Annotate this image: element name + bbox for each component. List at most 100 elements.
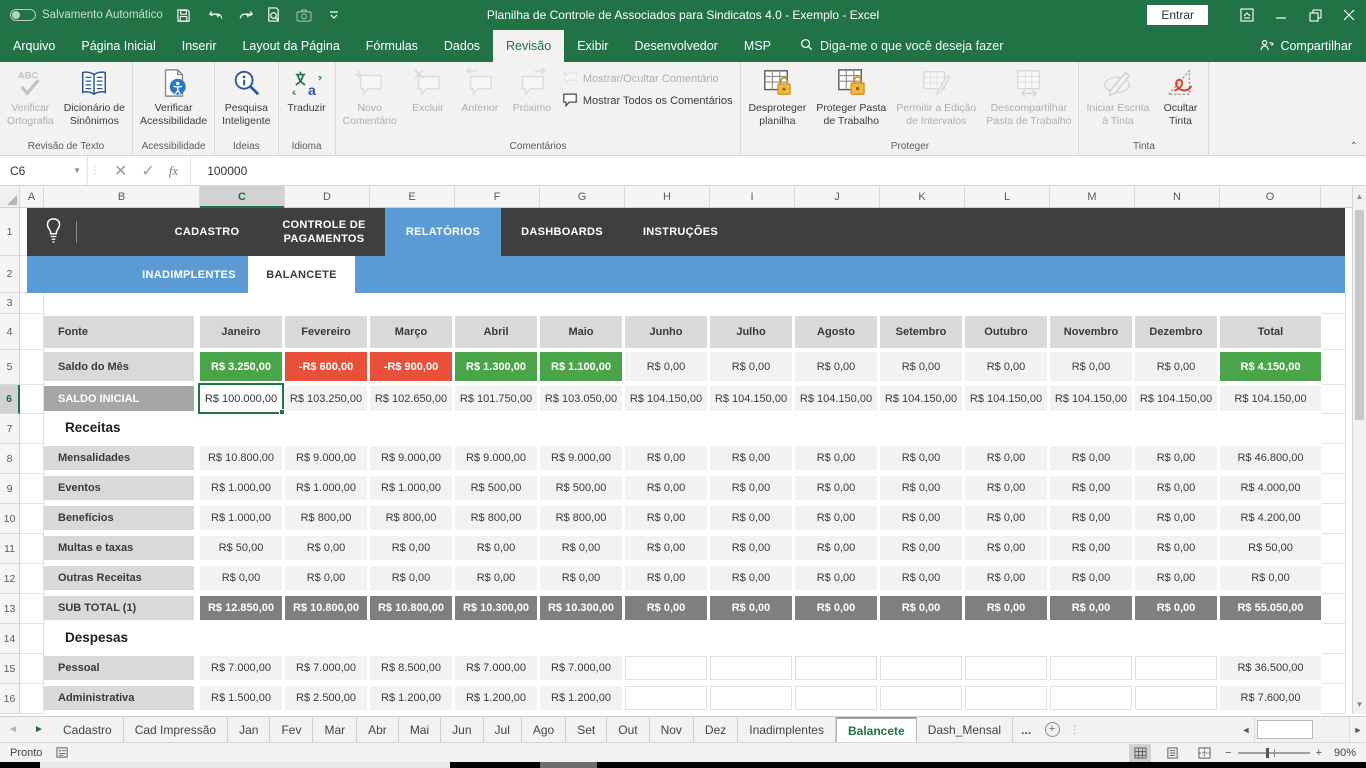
cell-eventos-1[interactable]: R$ 1.000,00 — [200, 476, 282, 500]
cell-mensalidades-7[interactable]: R$ 0,00 — [710, 446, 792, 470]
undo-icon[interactable]: ▾ — [205, 6, 223, 24]
column-header-e[interactable]: E — [370, 186, 455, 207]
cell-outras-receitas-2[interactable]: R$ 0,00 — [285, 566, 367, 590]
vertical-scroll-thumb[interactable] — [1355, 210, 1364, 420]
ocultar-tinta-button[interactable]: OcultarTinta — [1154, 64, 1206, 139]
cell-beneficios-3[interactable]: R$ 800,00 — [370, 506, 452, 530]
sheet-tab-abr[interactable]: Abr — [357, 717, 399, 742]
cell-saldo-do-mes-6[interactable]: R$ 0,00 — [625, 352, 707, 381]
cell-eventos-9[interactable]: R$ 0,00 — [880, 476, 962, 500]
column-header-f[interactable]: F — [455, 186, 540, 207]
cell-eventos-5[interactable]: R$ 500,00 — [540, 476, 622, 500]
print-preview-icon[interactable] — [265, 6, 283, 24]
cell-saldo-inicial-10[interactable]: R$ 104.150,00 — [965, 386, 1047, 411]
cell-beneficios-8[interactable]: R$ 0,00 — [795, 506, 877, 530]
cell-administrativa-7[interactable] — [710, 686, 792, 710]
zoom-level[interactable]: 90% — [1328, 747, 1356, 759]
cell-multas-e-taxas-12[interactable]: R$ 0,00 — [1135, 536, 1217, 560]
cell-sub-total-1-8[interactable]: R$ 0,00 — [795, 596, 877, 620]
column-header-a[interactable]: A — [20, 186, 44, 207]
nav-tab-controle-de-pagamentos[interactable]: CONTROLE DEPAGAMENTOS — [263, 208, 385, 256]
cell-administrativa-10[interactable] — [965, 686, 1047, 710]
cell-multas-e-taxas-8[interactable]: R$ 0,00 — [795, 536, 877, 560]
hscroll-left-icon[interactable]: ◄ — [1238, 717, 1254, 742]
cell-multas-e-taxas-10[interactable]: R$ 0,00 — [965, 536, 1047, 560]
cell-sub-total-1-5[interactable]: R$ 10.300,00 — [540, 596, 622, 620]
scroll-down-icon[interactable]: ▼ — [1353, 694, 1366, 714]
new-sheet-button[interactable]: + — [1039, 717, 1065, 742]
traduzir-button[interactable]: aTraduzir — [281, 64, 333, 139]
mostrar-todos-comentarios-button[interactable]: Mostrar Todos os Comentários — [562, 92, 733, 110]
cell-eventos-11[interactable]: R$ 0,00 — [1050, 476, 1132, 500]
cell-saldo-inicial-13[interactable]: R$ 104.150,00 — [1220, 386, 1321, 411]
cell-sub-total-1-4[interactable]: R$ 10.300,00 — [455, 596, 537, 620]
cell-eventos-13[interactable]: R$ 4.000,00 — [1220, 476, 1321, 500]
cell-beneficios-6[interactable]: R$ 0,00 — [625, 506, 707, 530]
ribbon-display-options-icon[interactable] — [1230, 0, 1264, 30]
cell-beneficios-13[interactable]: R$ 4.200,00 — [1220, 506, 1321, 530]
cell-administrativa-1[interactable]: R$ 1.500,00 — [200, 686, 282, 710]
close-button[interactable] — [1332, 0, 1366, 30]
cell-mensalidades-13[interactable]: R$ 46.800,00 — [1220, 446, 1321, 470]
sheet-tab-mai[interactable]: Mai — [399, 717, 441, 742]
cell-beneficios-4[interactable]: R$ 800,00 — [455, 506, 537, 530]
cell-beneficios-10[interactable]: R$ 0,00 — [965, 506, 1047, 530]
cell-mensalidades-4[interactable]: R$ 9.000,00 — [455, 446, 537, 470]
cancel-entry-icon[interactable]: ✕ — [114, 161, 127, 181]
tell-me-search[interactable]: Diga-me o que você deseja fazer — [800, 30, 1003, 62]
nav-tab-cadastro[interactable]: CADASTRO — [151, 208, 263, 256]
normal-view-button[interactable] — [1129, 744, 1151, 762]
sheet-tab-set[interactable]: Set — [566, 717, 607, 742]
cell-beneficios-12[interactable]: R$ 0,00 — [1135, 506, 1217, 530]
cell-multas-e-taxas-2[interactable]: R$ 0,00 — [285, 536, 367, 560]
ribbon-tab-revisao[interactable]: Revisão — [493, 30, 564, 62]
autosave-toggle[interactable]: Salvamento Automático — [10, 9, 163, 21]
name-box[interactable]: C6▼ — [0, 156, 88, 185]
ribbon-tab-msp[interactable]: MSP — [731, 30, 784, 62]
cell-outras-receitas-9[interactable]: R$ 0,00 — [880, 566, 962, 590]
nav-tab-dashboards[interactable]: DASHBOARDS — [501, 208, 623, 256]
cell-sub-total-1-7[interactable]: R$ 0,00 — [710, 596, 792, 620]
customize-qat-icon[interactable] — [325, 6, 343, 24]
column-header-m[interactable]: M — [1050, 186, 1135, 207]
cell-outras-receitas-3[interactable]: R$ 0,00 — [370, 566, 452, 590]
ribbon-tab-dados[interactable]: Dados — [431, 30, 493, 62]
cell-pessoal-10[interactable] — [965, 656, 1047, 680]
cell-sub-total-1-9[interactable]: R$ 0,00 — [880, 596, 962, 620]
sheet-tab-balancete[interactable]: Balancete — [836, 717, 917, 742]
zoom-in-icon[interactable]: + — [1316, 747, 1322, 759]
cell-eventos-12[interactable]: R$ 0,00 — [1135, 476, 1217, 500]
formula-input[interactable]: 100000 — [191, 156, 1366, 185]
insert-function-icon[interactable]: fx — [169, 163, 178, 179]
column-header-h[interactable]: H — [625, 186, 710, 207]
vertical-scrollbar[interactable]: ▲ ▼ — [1352, 186, 1366, 714]
sheet-tab-dash-mensal[interactable]: Dash_Mensal — [917, 717, 1013, 742]
zoom-slider[interactable] — [1238, 752, 1310, 754]
cell-administrativa-8[interactable] — [795, 686, 877, 710]
cell-beneficios-7[interactable]: R$ 0,00 — [710, 506, 792, 530]
cell-pessoal-1[interactable]: R$ 7.000,00 — [200, 656, 282, 680]
save-icon[interactable] — [175, 6, 193, 24]
sheet-tab-ago[interactable]: Ago — [522, 717, 566, 742]
column-header-c[interactable]: C — [200, 186, 285, 207]
cell-administrativa-13[interactable]: R$ 7.600,00 — [1220, 686, 1321, 710]
cell-eventos-2[interactable]: R$ 1.000,00 — [285, 476, 367, 500]
cell-sub-total-1-3[interactable]: R$ 10.800,00 — [370, 596, 452, 620]
cell-pessoal-12[interactable] — [1135, 656, 1217, 680]
subnav-tab-balancete[interactable]: BALANCETE — [248, 256, 355, 293]
cell-multas-e-taxas-3[interactable]: R$ 0,00 — [370, 536, 452, 560]
cell-saldo-do-mes-12[interactable]: R$ 0,00 — [1135, 352, 1217, 381]
cell-administrativa-2[interactable]: R$ 2.500,00 — [285, 686, 367, 710]
cell-outras-receitas-11[interactable]: R$ 0,00 — [1050, 566, 1132, 590]
cell-mensalidades-2[interactable]: R$ 9.000,00 — [285, 446, 367, 470]
cell-saldo-inicial-8[interactable]: R$ 104.150,00 — [795, 386, 877, 411]
cell-mensalidades-5[interactable]: R$ 9.000,00 — [540, 446, 622, 470]
cell-multas-e-taxas-11[interactable]: R$ 0,00 — [1050, 536, 1132, 560]
cell-saldo-inicial-12[interactable]: R$ 104.150,00 — [1135, 386, 1217, 411]
sheet-tab-jul[interactable]: Jul — [484, 717, 522, 742]
sheet-nav-first-icon[interactable]: ◄ — [0, 717, 26, 742]
cell-multas-e-taxas-9[interactable]: R$ 0,00 — [880, 536, 962, 560]
column-header-n[interactable]: N — [1135, 186, 1220, 207]
cell-saldo-inicial-2[interactable]: R$ 103.250,00 — [285, 386, 367, 411]
cell-administrativa-9[interactable] — [880, 686, 962, 710]
